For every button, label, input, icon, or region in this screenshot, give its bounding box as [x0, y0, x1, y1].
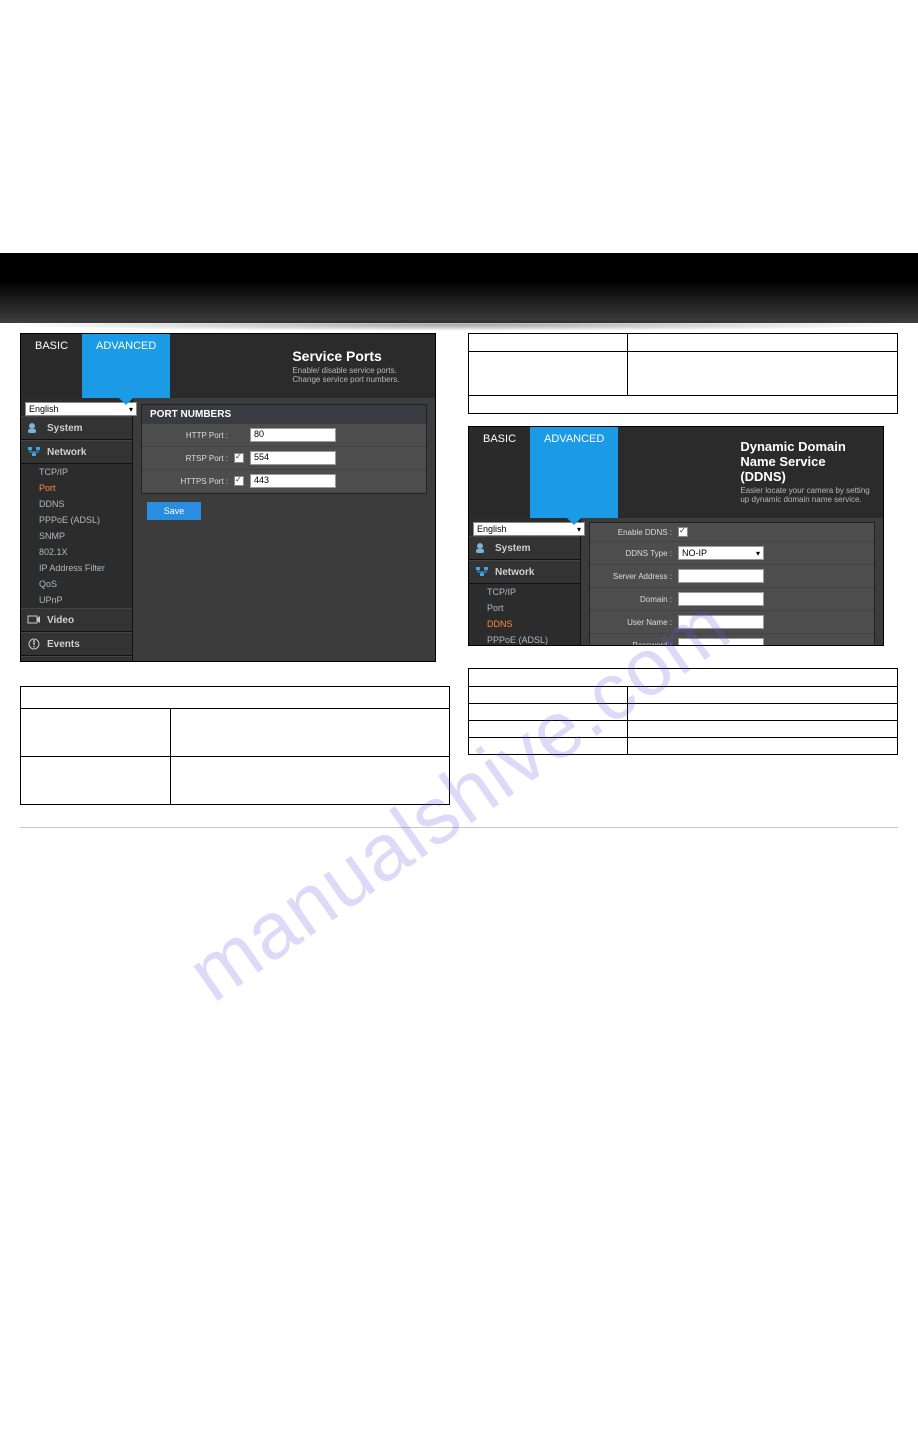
domain-label: Domain : [596, 595, 672, 604]
sidebar-item-ddns[interactable]: DDNS [21, 496, 132, 512]
https-port-input[interactable]: 443 [250, 474, 336, 488]
sidebar-item-network[interactable]: Network [469, 560, 580, 584]
sidebar-item-ddns[interactable]: DDNS [469, 616, 580, 632]
sidebar-item-port[interactable]: Port [21, 480, 132, 496]
bottom-divider [20, 827, 898, 828]
rtsp-checkbox[interactable] [234, 453, 244, 463]
tabs: BASIC ADVANCED Service Ports Enable/ dis… [21, 334, 435, 398]
sidebar-item-storage[interactable]: Storage [21, 656, 132, 662]
sidebar-item-tcpip[interactable]: TCP/IP [469, 584, 580, 600]
rtsp-label: RTSP Port : [148, 454, 228, 463]
enable-ddns-label: Enable DDNS : [596, 528, 672, 537]
http-port-input[interactable]: 80 [250, 428, 336, 442]
page-title: Service Ports [292, 348, 425, 364]
tab-advanced[interactable]: ADVANCED [530, 427, 618, 518]
rtsp-port-row: RTSP Port : 554 [142, 447, 426, 470]
sidebar-item-snmp[interactable]: SNMP [21, 528, 132, 544]
ddns-type-select[interactable]: NO-IP [678, 546, 764, 560]
rtsp-port-input[interactable]: 554 [250, 451, 336, 465]
https-checkbox[interactable] [234, 476, 244, 486]
sidebar-item-video[interactable]: Video [21, 608, 132, 632]
sidebar-item-system[interactable]: System [469, 536, 580, 560]
http-label: HTTP Port : [148, 431, 228, 440]
left-table [20, 686, 450, 805]
sidebar-item-tcpip[interactable]: TCP/IP [21, 464, 132, 480]
sidebar-item-events[interactable]: Events [21, 632, 132, 656]
tabs: BASIC ADVANCED Dynamic Domain Name Servi… [469, 427, 883, 518]
port-panel: PORT NUMBERS HTTP Port : 80 RTSP Port : … [141, 404, 427, 494]
password-label: Password : [596, 641, 672, 647]
sidebar-item-pppoe[interactable]: PPPoE (ADSL) [469, 632, 580, 646]
sidebar-item-system[interactable]: System [21, 416, 132, 440]
sidebar-item-port[interactable]: Port [469, 600, 580, 616]
right-table-top [468, 333, 898, 414]
panel-header: PORT NUMBERS [142, 405, 426, 424]
password-input[interactable] [678, 638, 764, 646]
username-input[interactable] [678, 615, 764, 629]
sidebar-item-qos[interactable]: QoS [21, 576, 132, 592]
tab-advanced[interactable]: ADVANCED [82, 334, 170, 398]
ddns-panel: Enable DDNS : DDNS Type : NO-IP Server Ad… [589, 522, 875, 646]
sidenav: English System Network TCP/IP Port DDNS … [21, 398, 133, 662]
sidenav: English System Network TCP/IP Port DDNS … [469, 518, 581, 646]
tab-basic[interactable]: BASIC [469, 427, 530, 518]
sidebar-item-ipfilter[interactable]: IP Address Filter [21, 560, 132, 576]
tab-basic[interactable]: BASIC [21, 334, 82, 398]
header-band [0, 253, 918, 323]
sidebar-item-network[interactable]: Network [21, 440, 132, 464]
sidebar-item-8021x[interactable]: 802.1X [21, 544, 132, 560]
page-title: Dynamic Domain Name Service (DDNS) [740, 439, 873, 484]
domain-input[interactable] [678, 592, 764, 606]
server-address-input[interactable] [678, 569, 764, 583]
sidebar-item-upnp[interactable]: UPnP [21, 592, 132, 608]
save-button[interactable]: Save [147, 502, 201, 520]
screenshot-service-ports: BASIC ADVANCED Service Ports Enable/ dis… [20, 333, 436, 662]
right-table-bottom [468, 668, 898, 755]
screenshot-ddns: BASIC ADVANCED Dynamic Domain Name Servi… [468, 426, 884, 646]
enable-ddns-checkbox[interactable] [678, 527, 688, 537]
https-port-row: HTTPS Port : 443 [142, 470, 426, 493]
page-desc: Enable/ disable service ports. Change se… [292, 366, 425, 384]
sidebar-item-pppoe[interactable]: PPPoE (ADSL) [21, 512, 132, 528]
https-label: HTTPS Port : [148, 477, 228, 486]
page-desc: Easier locate your camera by setting up … [740, 486, 873, 504]
ddns-type-label: DDNS Type : [596, 549, 672, 558]
username-label: User Name : [596, 618, 672, 627]
server-address-label: Server Address : [596, 572, 672, 581]
http-port-row: HTTP Port : 80 [142, 424, 426, 447]
